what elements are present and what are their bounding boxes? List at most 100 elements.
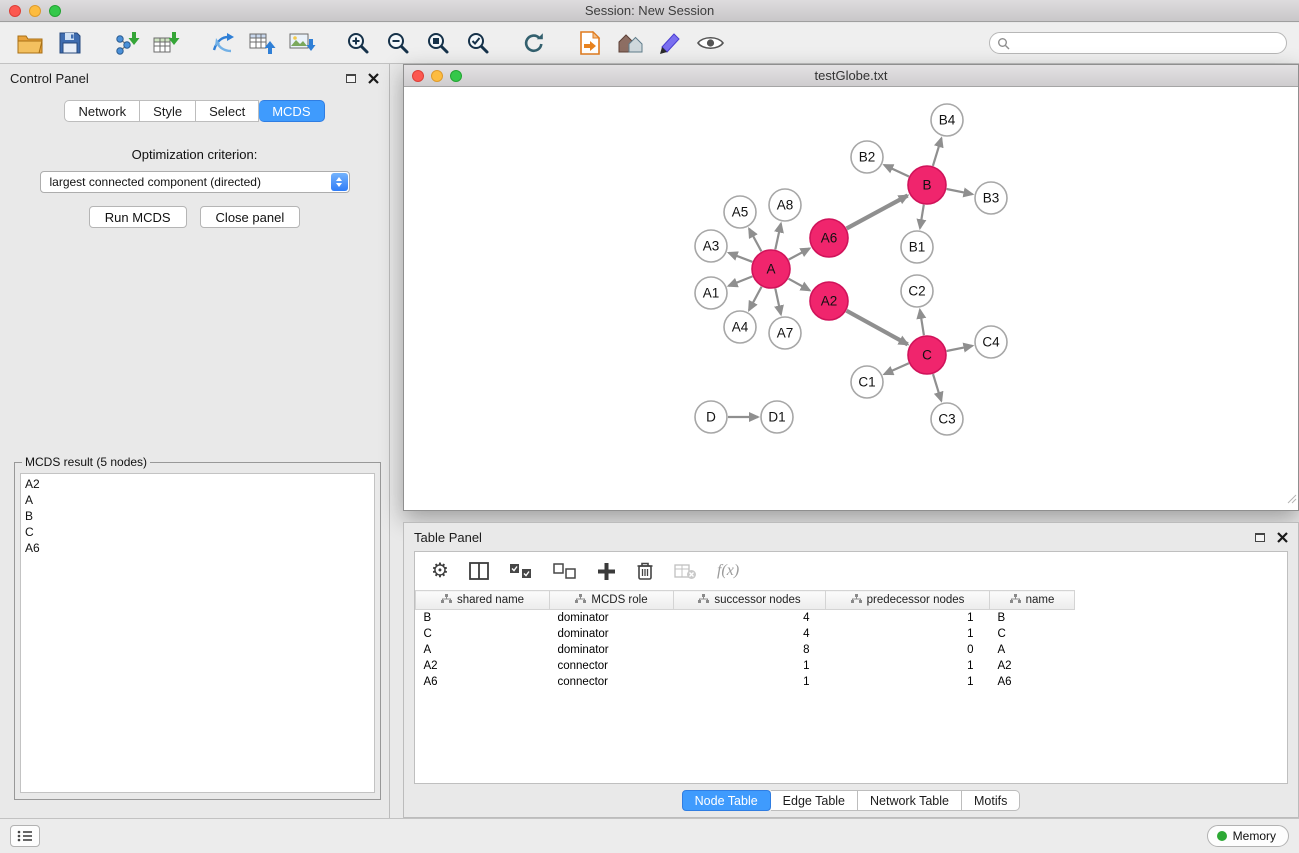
float-panel-icon[interactable] <box>346 74 356 83</box>
zoom-fit-button[interactable] <box>418 26 458 60</box>
network-minimize-button[interactable] <box>431 70 443 82</box>
import-network-button[interactable] <box>106 26 146 60</box>
function-builder-icon[interactable]: f(x) <box>717 562 739 580</box>
graph-node-A7[interactable]: A7 <box>769 317 801 349</box>
mcds-result-list[interactable]: A2ABCA6 <box>20 473 375 793</box>
graph-edge-A-A2[interactable] <box>789 279 810 291</box>
search-input[interactable] <box>989 32 1287 54</box>
tab-motifs[interactable]: Motifs <box>962 790 1020 811</box>
tab-style[interactable]: Style <box>140 100 196 122</box>
graph-edge-B-B4[interactable] <box>933 138 942 166</box>
graph-edge-A-A6[interactable] <box>789 248 810 259</box>
mcds-result-item[interactable]: A <box>25 492 370 508</box>
graph-node-D1[interactable]: D1 <box>761 401 793 433</box>
graph-node-A[interactable]: A <box>752 250 790 288</box>
graph-node-A1[interactable]: A1 <box>695 277 727 309</box>
graph-node-B3[interactable]: B3 <box>975 182 1007 214</box>
tab-node-table[interactable]: Node Table <box>682 790 771 811</box>
graph-edge-A-A4[interactable] <box>749 287 762 311</box>
column-header-predecessor-nodes[interactable]: predecessor nodes <box>826 591 990 610</box>
add-row-icon[interactable] <box>597 562 616 581</box>
zoom-in-button[interactable] <box>338 26 378 60</box>
zoom-out-button[interactable] <box>378 26 418 60</box>
graph-node-B2[interactable]: B2 <box>851 141 883 173</box>
graph-node-A4[interactable]: A4 <box>724 311 756 343</box>
export-image-button[interactable] <box>282 26 322 60</box>
table-row[interactable]: Cdominator41C <box>416 626 1288 642</box>
export-network-button[interactable] <box>202 26 242 60</box>
minimize-window-button[interactable] <box>29 5 41 17</box>
graph-edge-C-C1[interactable] <box>884 363 909 374</box>
import-table-button[interactable] <box>146 26 186 60</box>
graph-node-C1[interactable]: C1 <box>851 366 883 398</box>
table-float-panel-icon[interactable] <box>1255 533 1265 542</box>
close-window-button[interactable] <box>9 5 21 17</box>
tab-network[interactable]: Network <box>64 100 140 122</box>
unselect-all-icon[interactable] <box>553 563 577 580</box>
graph-node-A2[interactable]: A2 <box>810 282 848 320</box>
column-header-name[interactable]: name <box>990 591 1075 610</box>
graph-edge-C-C4[interactable] <box>947 346 973 351</box>
graph-node-B4[interactable]: B4 <box>931 104 963 136</box>
graph-node-A5[interactable]: A5 <box>724 196 756 228</box>
graph-edge-C-C3[interactable] <box>933 374 941 401</box>
table-row[interactable]: Bdominator41B <box>416 610 1288 626</box>
network-canvas-svg[interactable]: AA6A2BCA1A3A4A5A7A8B1B2B3B4C1C2C3C4DD1 <box>404 87 1298 510</box>
memory-button[interactable]: Memory <box>1207 825 1289 847</box>
network-overview-button[interactable] <box>610 26 650 60</box>
save-session-button[interactable] <box>50 26 90 60</box>
graph-node-C3[interactable]: C3 <box>931 403 963 435</box>
optimization-dropdown[interactable]: largest connected component (directed) <box>40 171 350 193</box>
graph-node-B[interactable]: B <box>908 166 946 204</box>
graph-node-A8[interactable]: A8 <box>769 189 801 221</box>
graph-node-C2[interactable]: C2 <box>901 275 933 307</box>
tab-mcds[interactable]: MCDS <box>259 100 324 122</box>
show-hide-button[interactable] <box>690 26 730 60</box>
mcds-result-item[interactable]: A2 <box>25 476 370 492</box>
tab-edge-table[interactable]: Edge Table <box>771 790 858 811</box>
network-canvas[interactable]: AA6A2BCA1A3A4A5A7A8B1B2B3B4C1C2C3C4DD1 <box>404 87 1298 510</box>
graph-node-C4[interactable]: C4 <box>975 326 1007 358</box>
table-row[interactable]: A6connector11A6 <box>416 674 1288 690</box>
delete-table-icon[interactable] <box>674 563 697 580</box>
graph-edge-A-A8[interactable] <box>775 224 781 250</box>
select-all-icon[interactable] <box>509 563 533 580</box>
table-row[interactable]: A2connector11A2 <box>416 658 1288 674</box>
table-row[interactable]: Adominator80A <box>416 642 1288 658</box>
graph-edge-B-B2[interactable] <box>884 165 909 177</box>
column-header-shared-name[interactable]: shared name <box>416 591 550 610</box>
mcds-result-item[interactable]: B <box>25 508 370 524</box>
graph-edge-B-B1[interactable] <box>920 205 924 229</box>
apply-style-button[interactable] <box>650 26 690 60</box>
close-panel-icon[interactable] <box>368 73 379 84</box>
network-close-button[interactable] <box>412 70 424 82</box>
export-table-button[interactable] <box>242 26 282 60</box>
tab-select[interactable]: Select <box>196 100 259 122</box>
task-history-button[interactable] <box>10 825 40 847</box>
table-settings-gear-icon[interactable]: ⚙ <box>431 561 449 581</box>
graph-node-A3[interactable]: A3 <box>695 230 727 262</box>
refresh-network-button[interactable] <box>514 26 554 60</box>
close-panel-button[interactable]: Close panel <box>200 206 301 228</box>
run-mcds-button[interactable]: Run MCDS <box>89 206 187 228</box>
graph-edge-A2-C[interactable] <box>847 311 908 345</box>
open-session-button[interactable] <box>10 26 50 60</box>
graph-node-D[interactable]: D <box>695 401 727 433</box>
zoom-window-button[interactable] <box>49 5 61 17</box>
graph-node-B1[interactable]: B1 <box>901 231 933 263</box>
graph-edge-B-B3[interactable] <box>947 189 973 194</box>
table-close-panel-icon[interactable] <box>1277 532 1288 543</box>
column-header-successor-nodes[interactable]: successor nodes <box>674 591 826 610</box>
graph-edge-C-C2[interactable] <box>920 310 924 335</box>
open-file-button[interactable] <box>570 26 610 60</box>
mcds-result-item[interactable]: C <box>25 524 370 540</box>
graph-node-C[interactable]: C <box>908 336 946 374</box>
graph-edge-A-A3[interactable] <box>729 253 753 262</box>
show-columns-icon[interactable] <box>469 562 489 580</box>
resize-handle-icon[interactable] <box>1286 491 1297 509</box>
network-window-titlebar[interactable]: testGlobe.txt <box>404 65 1298 87</box>
graph-edge-A-A1[interactable] <box>729 276 753 286</box>
zoom-selected-button[interactable] <box>458 26 498 60</box>
graph-edge-A-A7[interactable] <box>775 289 781 315</box>
delete-row-icon[interactable] <box>636 561 654 581</box>
